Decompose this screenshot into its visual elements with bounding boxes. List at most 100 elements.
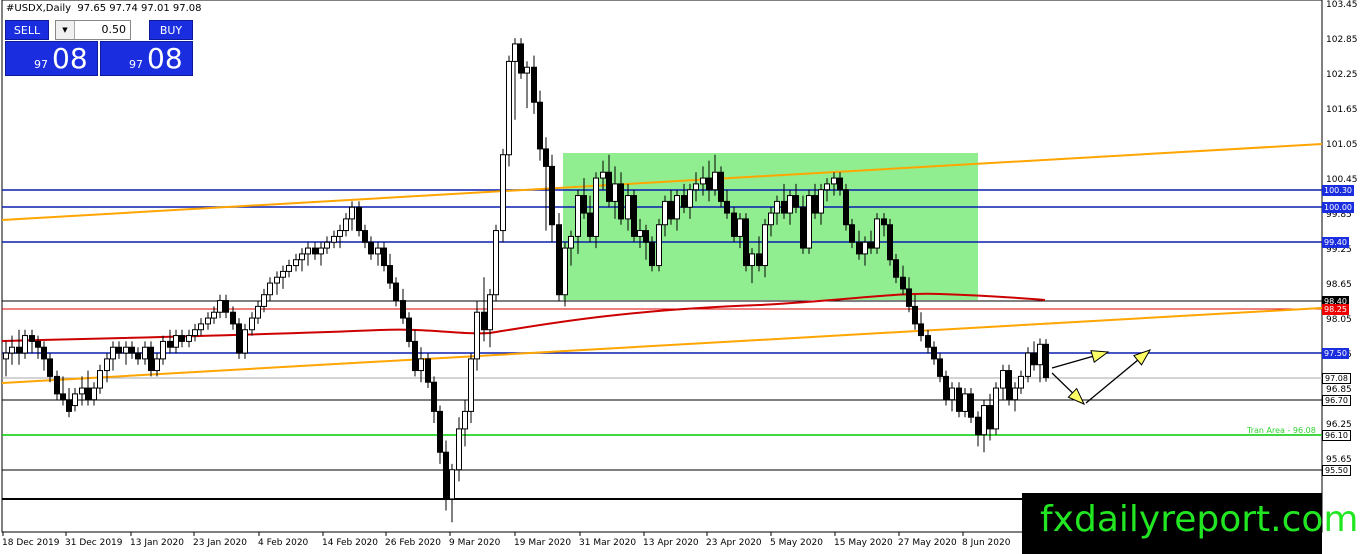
- candle-body: [418, 358, 424, 372]
- candle-body: [587, 212, 593, 237]
- candle-body: [406, 317, 412, 342]
- candle-body: [9, 346, 15, 354]
- candle-body: [462, 410, 468, 430]
- candle-body: [487, 294, 493, 331]
- candle-body: [893, 259, 899, 278]
- candle-body: [843, 189, 849, 226]
- candle-body: [412, 340, 418, 372]
- candle-body: [129, 346, 135, 354]
- candle-body: [774, 200, 780, 214]
- candle-body: [91, 387, 97, 401]
- candle-body: [781, 200, 787, 214]
- candle-body: [173, 335, 179, 348]
- lot-dropdown-icon[interactable]: ▼: [56, 21, 75, 39]
- candle-body: [743, 218, 749, 267]
- candle-body: [267, 282, 273, 296]
- candle-body: [437, 410, 443, 453]
- candle-body: [618, 183, 624, 220]
- candle-body: [381, 247, 387, 267]
- candle-body: [881, 218, 887, 226]
- candle-body: [324, 241, 330, 249]
- candle-body: [674, 195, 680, 220]
- one-click-trading-panel: SELL ▼ 0.50 BUY 97 08 97 08: [5, 20, 193, 76]
- sell-price-box[interactable]: 97 08: [5, 41, 98, 76]
- candle-body: [293, 259, 299, 267]
- lot-size-value[interactable]: 0.50: [102, 21, 127, 39]
- candle-body: [135, 352, 141, 360]
- candle-body: [54, 375, 60, 395]
- buy-button[interactable]: BUY: [149, 20, 193, 40]
- date-label: 31 Dec 2019: [65, 538, 123, 548]
- candle-body: [211, 311, 217, 319]
- candle-body: [849, 224, 855, 243]
- candle-body: [637, 230, 643, 237]
- candle-body: [981, 405, 987, 436]
- price-tag-98-25: 98.25: [1322, 304, 1349, 315]
- lot-size-field[interactable]: ▼ 0.50: [55, 20, 131, 40]
- candle-body: [593, 177, 599, 237]
- date-label: 13 Jan 2020: [130, 538, 184, 548]
- candle-body: [312, 247, 318, 255]
- candle-body: [837, 177, 843, 191]
- candle-body: [900, 276, 906, 290]
- candle-body: [962, 393, 968, 412]
- candle-body: [681, 195, 687, 208]
- candle-body: [868, 241, 874, 249]
- candle-body: [22, 335, 28, 354]
- price-chart[interactable]: [0, 0, 1362, 554]
- price-tick-label: 98.65: [1326, 279, 1352, 290]
- candle-body: [286, 265, 292, 272]
- candle-body: [968, 393, 974, 418]
- candle-body: [97, 370, 103, 389]
- candle-body: [518, 43, 524, 74]
- candle-body: [568, 235, 574, 249]
- candle-body: [831, 177, 837, 185]
- sell-button[interactable]: SELL: [5, 20, 49, 40]
- candle-body: [662, 200, 668, 226]
- candle-body: [1025, 352, 1031, 377]
- candle-body: [724, 200, 730, 214]
- price-tag-100-30: 100.30: [1322, 185, 1354, 196]
- date-label: 9 Mar 2020: [449, 538, 501, 548]
- tran-area-label: Tran Area - 96.08: [1247, 426, 1316, 435]
- candle-body: [443, 451, 449, 500]
- candle-body: [943, 375, 949, 401]
- candle-body: [1031, 352, 1037, 366]
- candle-body: [993, 387, 999, 430]
- candle-body: [937, 358, 943, 377]
- candle-body: [687, 189, 693, 208]
- candle-body: [274, 276, 280, 284]
- price-tag-97-50: 97.50: [1322, 348, 1349, 359]
- candle-body: [824, 183, 830, 191]
- price-tick-label: 101.65: [1326, 104, 1358, 115]
- candle-body: [142, 346, 148, 360]
- candle-body: [154, 358, 160, 372]
- price-tick-label: 101.05: [1326, 139, 1358, 150]
- candle-body: [425, 358, 431, 383]
- date-label: 27 May 2020: [898, 538, 957, 548]
- date-label: 13 Apr 2020: [643, 538, 699, 548]
- buy-price-box[interactable]: 97 08: [100, 41, 193, 76]
- candle-body: [331, 235, 337, 243]
- candle-body: [167, 340, 173, 348]
- candle-body: [668, 200, 674, 220]
- date-label: 4 Feb 2020: [258, 538, 309, 548]
- candle-body: [600, 171, 606, 179]
- price-tag-95-50: 95.50: [1322, 465, 1351, 476]
- brand-watermark: fxdailyreport.com: [1022, 493, 1358, 554]
- candle-body: [280, 270, 286, 278]
- candle-body: [431, 381, 437, 412]
- candle-body: [693, 183, 699, 191]
- candle-body: [800, 206, 806, 249]
- candle-body: [524, 66, 530, 74]
- candle-body: [768, 212, 774, 226]
- candle-body: [3, 352, 9, 360]
- candle-body: [806, 195, 812, 249]
- candle-body: [749, 253, 755, 267]
- price-tick-label: 102.25: [1326, 69, 1358, 80]
- date-label: 23 Apr 2020: [706, 538, 762, 548]
- candle-body: [700, 177, 706, 185]
- candle-body: [1018, 375, 1024, 389]
- candle-body: [1012, 387, 1018, 401]
- candle-body: [192, 329, 198, 337]
